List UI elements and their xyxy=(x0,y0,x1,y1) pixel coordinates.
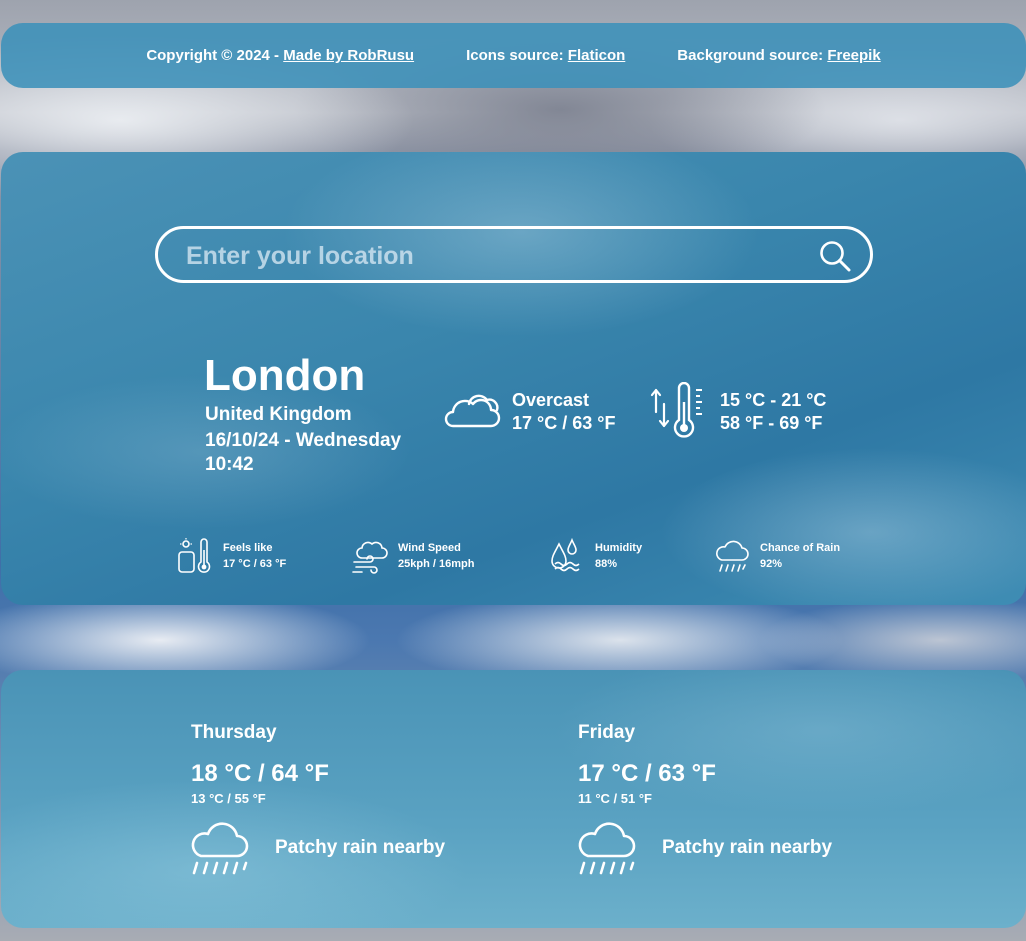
search-bar xyxy=(155,226,873,283)
forecast-max-temp: 17 °C / 63 °F xyxy=(578,760,716,787)
chance-of-rain-label: Chance of Rain xyxy=(760,542,841,554)
current-temperature: 17 °C / 63 °F xyxy=(512,413,616,433)
feels-like-icon xyxy=(177,538,211,574)
chance-of-rain-value: 92% xyxy=(760,558,783,570)
freepik-link[interactable]: Freepik xyxy=(827,47,880,64)
copyright-text: Copyright © 2024 - Made by RobRusu xyxy=(146,47,414,64)
wind-speed-label: Wind Speed xyxy=(398,542,461,554)
temperature-range-fahrenheit: 58 °F - 69 °F xyxy=(720,413,823,433)
search-icon[interactable] xyxy=(818,239,852,273)
background-source-text: Background source: Freepik xyxy=(677,47,880,64)
city-name: London xyxy=(204,351,366,400)
background-source-prefix: Background source: xyxy=(677,47,828,64)
humidity-value: 88% xyxy=(595,558,618,570)
wind-speed-value: 25kph / 16mph xyxy=(398,558,475,570)
forecast-max-temp: 18 °C / 64 °F xyxy=(191,760,329,787)
feels-like-label: Feels like xyxy=(223,542,273,554)
current-date: 16/10/24 - Wednesday xyxy=(205,430,402,451)
current-condition: Overcast xyxy=(512,390,590,410)
humidity-icon xyxy=(549,538,583,574)
forecast-panel: Thursday 18 °C / 64 °F 13 °C / 55 °F Pat… xyxy=(1,670,1026,928)
made-by-link[interactable]: Made by RobRusu xyxy=(283,47,414,64)
wind-icon xyxy=(352,538,388,574)
flaticon-link[interactable]: Flaticon xyxy=(568,47,626,64)
thermometer-range-icon xyxy=(649,382,707,442)
forecast-day-name: Friday xyxy=(578,722,636,743)
rain-cloud-icon xyxy=(576,818,638,878)
rain-cloud-icon xyxy=(189,818,251,878)
current-time: 10:42 xyxy=(205,454,254,475)
forecast-condition: Patchy rain nearby xyxy=(662,837,833,858)
forecast-min-temp: 11 °C / 51 °F xyxy=(578,791,652,806)
feels-like-value: 17 °C / 63 °F xyxy=(223,558,287,570)
humidity-label: Humidity xyxy=(595,542,643,554)
forecast-min-temp: 13 °C / 55 °F xyxy=(191,791,266,806)
current-weather-panel: London United Kingdom 16/10/24 - Wednesd… xyxy=(1,152,1026,605)
forecast-condition: Patchy rain nearby xyxy=(275,837,446,858)
copyright-prefix: Copyright © 2024 - xyxy=(146,47,284,64)
forecast-day-name: Thursday xyxy=(191,722,277,743)
credits-bar: Copyright © 2024 - Made by RobRusu Icons… xyxy=(1,23,1026,88)
rain-cloud-icon xyxy=(714,538,750,574)
location-search-input[interactable] xyxy=(184,237,788,275)
country-name: United Kingdom xyxy=(205,404,352,425)
icons-source-text: Icons source: Flaticon xyxy=(466,47,625,64)
cloud-icon xyxy=(439,390,501,430)
icons-source-prefix: Icons source: xyxy=(466,47,568,64)
temperature-range-celsius: 15 °C - 21 °C xyxy=(720,390,827,410)
